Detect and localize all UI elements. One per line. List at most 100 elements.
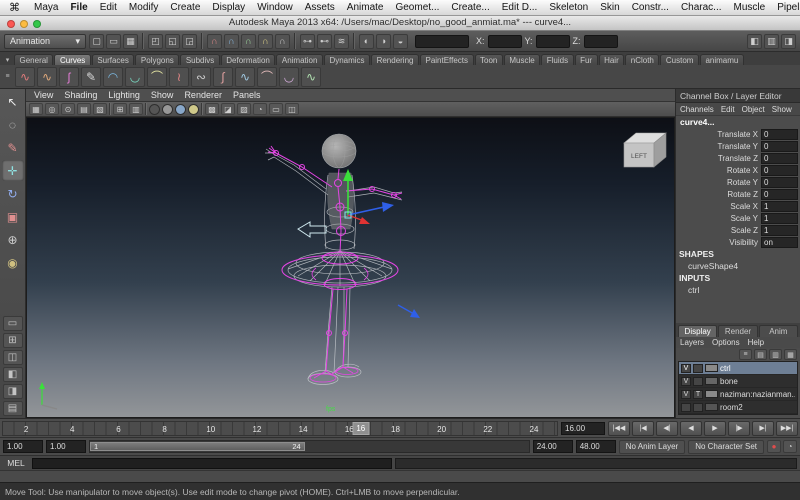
layer-editor-tab[interactable]: Render <box>718 325 758 337</box>
bezier-curve-tool-icon[interactable]: ʃ <box>59 66 79 87</box>
offset-curve-icon[interactable]: ∿ <box>235 66 255 87</box>
construction-history-icon[interactable]: ≋ <box>334 33 349 49</box>
wireframe-on-shaded-icon[interactable]: ▨ <box>237 103 251 115</box>
shelf-tab[interactable]: Toon <box>474 54 503 65</box>
lock-camera-icon[interactable]: ◎ <box>45 103 59 115</box>
layer-editor-tab[interactable]: Display <box>678 325 718 337</box>
channel-attribute-value[interactable]: 1 <box>761 212 798 224</box>
menubar-item[interactable]: Window <box>251 2 299 13</box>
lit-mode-ball[interactable] <box>188 103 199 115</box>
open-scene-icon[interactable]: ▭ <box>106 33 121 49</box>
step-back-key-button[interactable]: |◀ <box>632 420 654 436</box>
show-menu[interactable]: Show <box>151 90 174 100</box>
window-titlebar[interactable]: Autodesk Maya 2013 x64: /Users/mac/Deskt… <box>0 16 800 31</box>
auto-keyframe-icon[interactable]: ● <box>767 440 781 453</box>
go-to-start-button[interactable]: |◀◀ <box>608 420 630 436</box>
rebuild-curve-icon[interactable]: ⌒ <box>257 66 277 87</box>
paint-select-tool[interactable]: ✎ <box>2 137 24 158</box>
shelf-tab[interactable]: Fur <box>574 54 598 65</box>
animation-end-field[interactable]: 48.00 <box>575 440 616 453</box>
menubar-item[interactable]: Edit <box>94 2 123 13</box>
select-camera-icon[interactable]: ▦ <box>29 103 43 115</box>
shelf-tab[interactable]: Curves <box>54 54 91 65</box>
shelf-tab[interactable]: Custom <box>660 54 699 65</box>
lighting-menu[interactable]: Lighting <box>108 90 140 100</box>
object-menu[interactable]: Object <box>742 105 765 114</box>
wireframe-mode-ball[interactable] <box>149 103 160 115</box>
menubar-item[interactable]: Pipeline... <box>771 2 800 13</box>
command-input[interactable] <box>32 457 392 469</box>
toggle-attribute-editor-icon[interactable]: ◧ <box>747 33 762 49</box>
divider[interactable] <box>145 103 147 115</box>
zoom-button[interactable] <box>33 19 41 28</box>
save-scene-icon[interactable]: ▦ <box>123 33 138 49</box>
select-by-name-input[interactable] <box>415 34 469 48</box>
step-forward-key-button[interactable]: ▶| <box>752 420 774 436</box>
arc-three-point-icon[interactable]: ◠ <box>103 66 123 87</box>
layer-color-swatch[interactable] <box>705 390 718 398</box>
move-layer-up-icon[interactable]: ≡ <box>739 349 752 360</box>
shelf-tab[interactable]: Animation <box>276 54 323 65</box>
layers-menu[interactable]: Layers <box>680 338 704 347</box>
ep-curve-tool-icon[interactable]: ∿ <box>37 66 57 87</box>
step-back-frame-button[interactable]: ◀| <box>656 420 678 436</box>
channel-attribute-value[interactable]: 0 <box>761 140 798 152</box>
layer-type-toggle[interactable] <box>693 376 703 386</box>
move-tool[interactable]: ✛ <box>1 160 24 181</box>
menubar-item[interactable]: Skin <box>594 2 625 13</box>
z-input[interactable] <box>583 34 618 48</box>
layout-persp-outliner-button[interactable]: ◧ <box>2 367 23 382</box>
select-object-icon[interactable]: ◱ <box>165 33 180 49</box>
snap-view-icon[interactable]: ∩ <box>275 33 290 49</box>
detach-curves-icon[interactable]: ≀ <box>169 66 189 87</box>
render-settings-icon[interactable]: ◒ <box>393 33 408 49</box>
camera-attributes-icon[interactable]: ⊙ <box>61 103 75 115</box>
layer-visibility-toggle[interactable] <box>681 402 691 412</box>
resolution-gate-icon[interactable]: ▭ <box>269 103 283 115</box>
layer-color-swatch[interactable] <box>705 364 718 372</box>
viewport-canvas[interactable]: fps LEFT <box>26 117 675 418</box>
menubar-item[interactable]: Display <box>206 2 251 13</box>
range-slider-track[interactable]: 1 24 <box>89 440 530 453</box>
layout-graph-editor-button[interactable]: ▤ <box>2 401 23 416</box>
step-forward-frame-button[interactable]: |▶ <box>728 420 750 436</box>
channel-attribute-value[interactable]: 0 <box>761 176 798 188</box>
shape-node-name[interactable]: curveShape4 <box>676 260 800 272</box>
shelf-tab[interactable]: Subdivs <box>180 54 220 65</box>
new-layer-assign-selected-icon[interactable]: ▥ <box>769 349 782 360</box>
universal-manipulator-tool[interactable]: ⊕ <box>2 229 24 250</box>
divider[interactable] <box>109 103 111 115</box>
arc-two-point-icon[interactable]: ◡ <box>125 66 145 87</box>
layer-editor-tab[interactable]: Anim <box>758 325 798 337</box>
select-tool[interactable]: ↖ <box>2 91 24 112</box>
xray-icon[interactable]: ◪ <box>221 103 235 115</box>
menubar-item[interactable]: Muscle <box>728 2 772 13</box>
playback-range-bar[interactable]: 1 24 <box>90 442 305 451</box>
menubar-item[interactable]: Assets <box>299 2 341 13</box>
minimize-button[interactable] <box>20 19 28 28</box>
two-d-pan-zoom-icon[interactable]: ⊞ <box>113 103 127 115</box>
soft-modification-tool[interactable]: ◉ <box>2 252 24 273</box>
shelf-tab[interactable]: Fluids <box>541 54 574 65</box>
new-layer-icon[interactable]: ▦ <box>784 349 797 360</box>
anim-layer-dropdown[interactable]: No Anim Layer <box>618 439 686 454</box>
channel-attribute-value[interactable]: 1 <box>761 200 798 212</box>
layout-four-pane-button[interactable]: ⊞ <box>2 333 23 348</box>
snap-curve-icon[interactable]: ∩ <box>224 33 239 49</box>
menubar-item[interactable]: Modify <box>123 2 164 13</box>
current-frame-marker[interactable]: 16 <box>352 421 370 435</box>
view-menu[interactable]: View <box>34 90 53 100</box>
textured-mode-ball[interactable] <box>175 103 186 115</box>
input-connections-icon[interactable]: ⊶ <box>300 33 315 49</box>
bookmarks-icon[interactable]: ▤ <box>77 103 91 115</box>
fillet-curve-icon[interactable]: ◡ <box>279 66 299 87</box>
renderer-menu[interactable]: Renderer <box>184 90 222 100</box>
y-input[interactable] <box>535 34 570 48</box>
shelf-tab[interactable]: Dynamics <box>323 54 371 65</box>
shaded-mode-ball[interactable] <box>162 103 173 115</box>
edit-menu[interactable]: Edit <box>721 105 735 114</box>
play-forwards-button[interactable]: ▶ <box>704 420 726 436</box>
isolate-select-icon[interactable]: ▩ <box>205 103 219 115</box>
current-time-field[interactable]: 16.00 <box>561 421 605 435</box>
shelf-tab[interactable]: Deformation <box>220 54 276 65</box>
